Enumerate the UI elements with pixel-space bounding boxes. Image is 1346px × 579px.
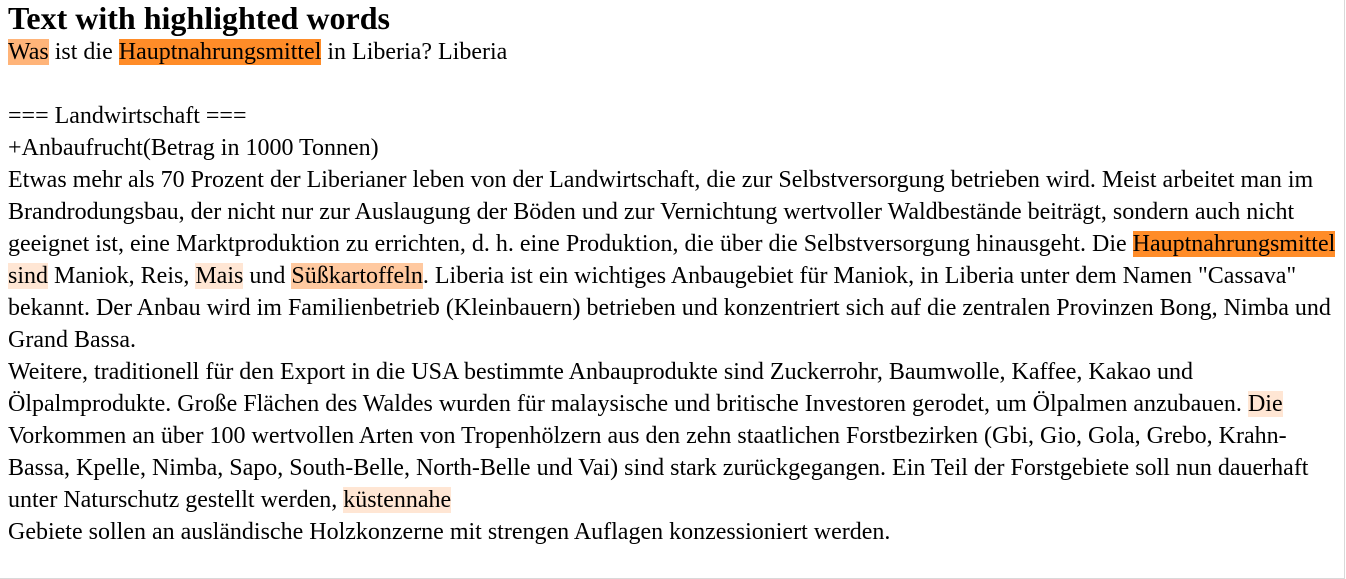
highlighted-word: küstennahe (343, 487, 452, 513)
highlighted-word: sind (8, 263, 49, 289)
highlighted-word: Hauptnahrungsmittel (1132, 231, 1336, 257)
text-segment: ist die (48, 39, 119, 65)
text-segment (1335, 231, 1341, 257)
text-segment: Maniok, Reis, (48, 263, 196, 289)
page-title: Text with highlighted words (8, 0, 390, 36)
text-segment: in Liberia? Liberia === Landwirtschaft =… (8, 39, 1314, 257)
text-segment: und (243, 263, 292, 289)
highlighted-word: Hauptnahrungsmittel (118, 39, 322, 65)
document-content: Text with highlighted words Was ist die … (8, 0, 1342, 548)
highlighted-word: Süßkartoffeln (291, 263, 423, 289)
page-frame: Text with highlighted words Was ist die … (0, 0, 1345, 579)
highlighted-word: Mais (195, 263, 244, 289)
highlighted-word: Was (8, 39, 49, 65)
text-segment: Gebiete sollen an ausländische Holzkonze… (8, 519, 891, 545)
highlighted-text-body: Was ist die Hauptnahrungsmittel in Liber… (8, 36, 1342, 548)
highlighted-word: Die (1247, 391, 1283, 417)
